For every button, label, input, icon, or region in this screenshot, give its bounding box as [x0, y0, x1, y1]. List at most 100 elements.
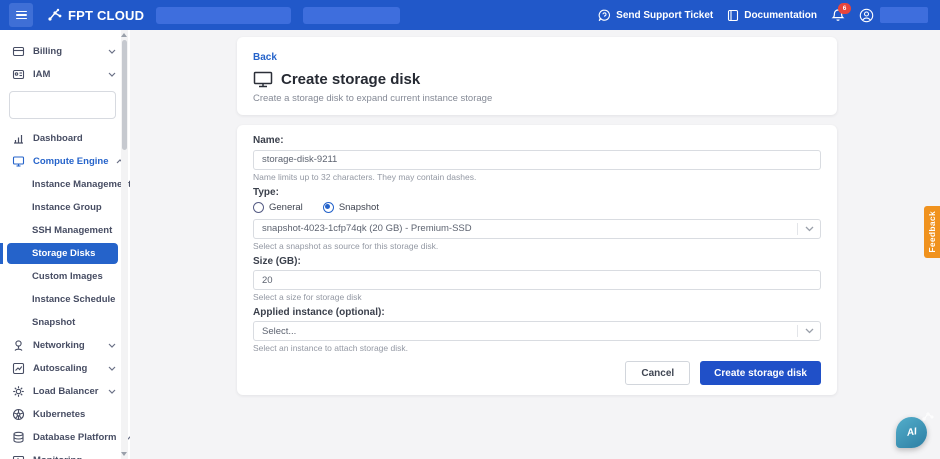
dashboard-icon [12, 132, 25, 145]
type-label: Type: [253, 187, 821, 198]
sidebar-item-storage-disks[interactable]: Storage Disks [7, 243, 118, 264]
radio-label: Snapshot [339, 202, 379, 213]
type-radio-group: General Snapshot [253, 201, 821, 214]
applied-instance-help-text: Select an instance to attach storage dis… [253, 343, 821, 353]
notification-badge: 6 [838, 3, 851, 14]
radio-circle-icon [323, 202, 334, 213]
sidebar-item-instance-management[interactable]: Instance Management [0, 173, 118, 196]
chevron-down-icon [108, 72, 116, 77]
name-label: Name: [253, 135, 821, 146]
snapshot-help-text: Select a snapshot as source for this sto… [253, 241, 821, 251]
sidebar-item-ssh-management[interactable]: SSH Management [0, 219, 118, 242]
size-help-text: Select a size for storage disk [253, 292, 821, 302]
sidebar-item-label: Networking [33, 340, 85, 351]
autoscaling-icon [12, 362, 25, 375]
sidebar-scrollbar[interactable] [121, 30, 128, 459]
sidebar-item-label: Kubernetes [33, 409, 85, 420]
name-help-text: Name limits up to 32 characters. They ma… [253, 172, 821, 182]
sidebar-item-billing[interactable]: Billing [0, 40, 130, 63]
hamburger-menu-icon[interactable] [9, 3, 33, 27]
sidebar-item-label: Dashboard [33, 133, 83, 144]
sidebar-item-label: Billing [33, 46, 62, 57]
sidebar-item-instance-schedule[interactable]: Instance Schedule [0, 288, 118, 311]
sidebar-item-iam[interactable]: IAM [0, 63, 130, 86]
sidebar-item-autoscaling[interactable]: Autoscaling [0, 357, 130, 380]
sidebar-item-label: Monitoring [33, 455, 82, 459]
chevron-down-icon [108, 366, 116, 371]
radio-circle-icon [253, 202, 264, 213]
support-chat-icon [598, 9, 611, 22]
load-balancer-icon [12, 385, 25, 398]
networking-icon [12, 339, 25, 352]
redacted-field-2[interactable] [303, 7, 400, 24]
back-link[interactable]: Back [253, 52, 277, 63]
billing-icon [12, 45, 25, 58]
chevron-down-icon [108, 343, 116, 348]
snapshot-select[interactable]: snapshot-4023-1cfp74qk (20 GB) - Premium… [253, 219, 821, 239]
sidebar-item-compute-engine[interactable]: Compute Engine [0, 150, 130, 173]
brand-text: FPT CLOUD [68, 8, 144, 23]
chevron-down-icon [797, 325, 820, 337]
send-support-ticket-link[interactable]: Send Support Ticket [598, 9, 713, 22]
size-input[interactable] [253, 270, 821, 290]
radio-general[interactable]: General [253, 202, 303, 213]
applied-instance-select[interactable]: Select... [253, 321, 821, 341]
sidebar-item-label: Compute Engine [33, 156, 108, 167]
brand-logo[interactable]: FPT CLOUD [47, 8, 144, 23]
project-selector[interactable] [9, 91, 116, 119]
sidebar-item-custom-images[interactable]: Custom Images [0, 265, 118, 288]
feedback-tab[interactable]: Feedback [924, 206, 940, 258]
page-header-card: Back Create storage disk Create a storag… [237, 37, 837, 115]
radio-label: General [269, 202, 303, 213]
notifications-button[interactable]: 6 [831, 8, 845, 23]
sidebar-item-dashboard[interactable]: Dashboard [0, 127, 130, 150]
create-storage-disk-form: Name: Name limits up to 32 characters. T… [237, 125, 837, 395]
radio-snapshot[interactable]: Snapshot [323, 202, 379, 213]
main-content: Back Create storage disk Create a storag… [130, 30, 940, 459]
scroll-down-icon[interactable] [121, 452, 127, 456]
snapshot-select-value: snapshot-4023-1cfp74qk (20 GB) - Premium… [254, 223, 797, 234]
page-subtitle: Create a storage disk to expand current … [253, 93, 821, 104]
create-storage-disk-button[interactable]: Create storage disk [700, 361, 821, 385]
sidebar-item-label: Database Platform [33, 432, 116, 443]
sidebar-item-kubernetes[interactable]: Kubernetes [0, 403, 130, 426]
molecule-icon [921, 411, 934, 422]
redacted-username [880, 7, 928, 23]
sidebar-item-networking[interactable]: Networking [0, 334, 130, 357]
compute-engine-submenu: Instance Management Instance Group SSH M… [0, 173, 130, 334]
monitoring-icon [12, 454, 25, 459]
page-title: Create storage disk [281, 71, 420, 88]
feedback-label: Feedback [927, 211, 937, 253]
cancel-button[interactable]: Cancel [625, 361, 690, 385]
compute-engine-icon [12, 155, 25, 168]
name-input[interactable] [253, 150, 821, 170]
user-avatar-icon [859, 8, 874, 23]
sidebar-item-label: IAM [33, 69, 50, 80]
sidebar-item-snapshot[interactable]: Snapshot [0, 311, 118, 334]
kubernetes-icon [12, 408, 25, 421]
sidebar-item-label: Autoscaling [33, 363, 87, 374]
sidebar-item-label: Load Balancer [33, 386, 98, 397]
user-menu[interactable] [859, 7, 928, 23]
sidebar-item-instance-group[interactable]: Instance Group [0, 196, 118, 219]
ai-chat-button[interactable]: AI [896, 417, 927, 448]
scroll-up-icon[interactable] [121, 33, 127, 37]
redacted-field-1[interactable] [156, 7, 291, 24]
storage-disk-icon [253, 71, 273, 88]
chevron-down-icon [108, 49, 116, 54]
size-label: Size (GB): [253, 256, 821, 267]
sidebar-item-database-platform[interactable]: Database Platform [0, 426, 130, 449]
fpt-logo-icon [47, 8, 63, 22]
sidebar: Billing IAM Dashboard [0, 30, 130, 459]
send-support-ticket-label: Send Support Ticket [616, 10, 713, 21]
sidebar-item-monitoring[interactable]: Monitoring [0, 449, 130, 459]
chevron-down-icon [797, 223, 820, 235]
sidebar-item-load-balancer[interactable]: Load Balancer [0, 380, 130, 403]
iam-icon [12, 68, 25, 81]
documentation-label: Documentation [744, 10, 817, 21]
documentation-icon [727, 9, 739, 22]
scrollbar-thumb[interactable] [122, 40, 127, 150]
database-icon [12, 431, 25, 444]
documentation-link[interactable]: Documentation [727, 9, 817, 22]
chevron-down-icon [108, 389, 116, 394]
